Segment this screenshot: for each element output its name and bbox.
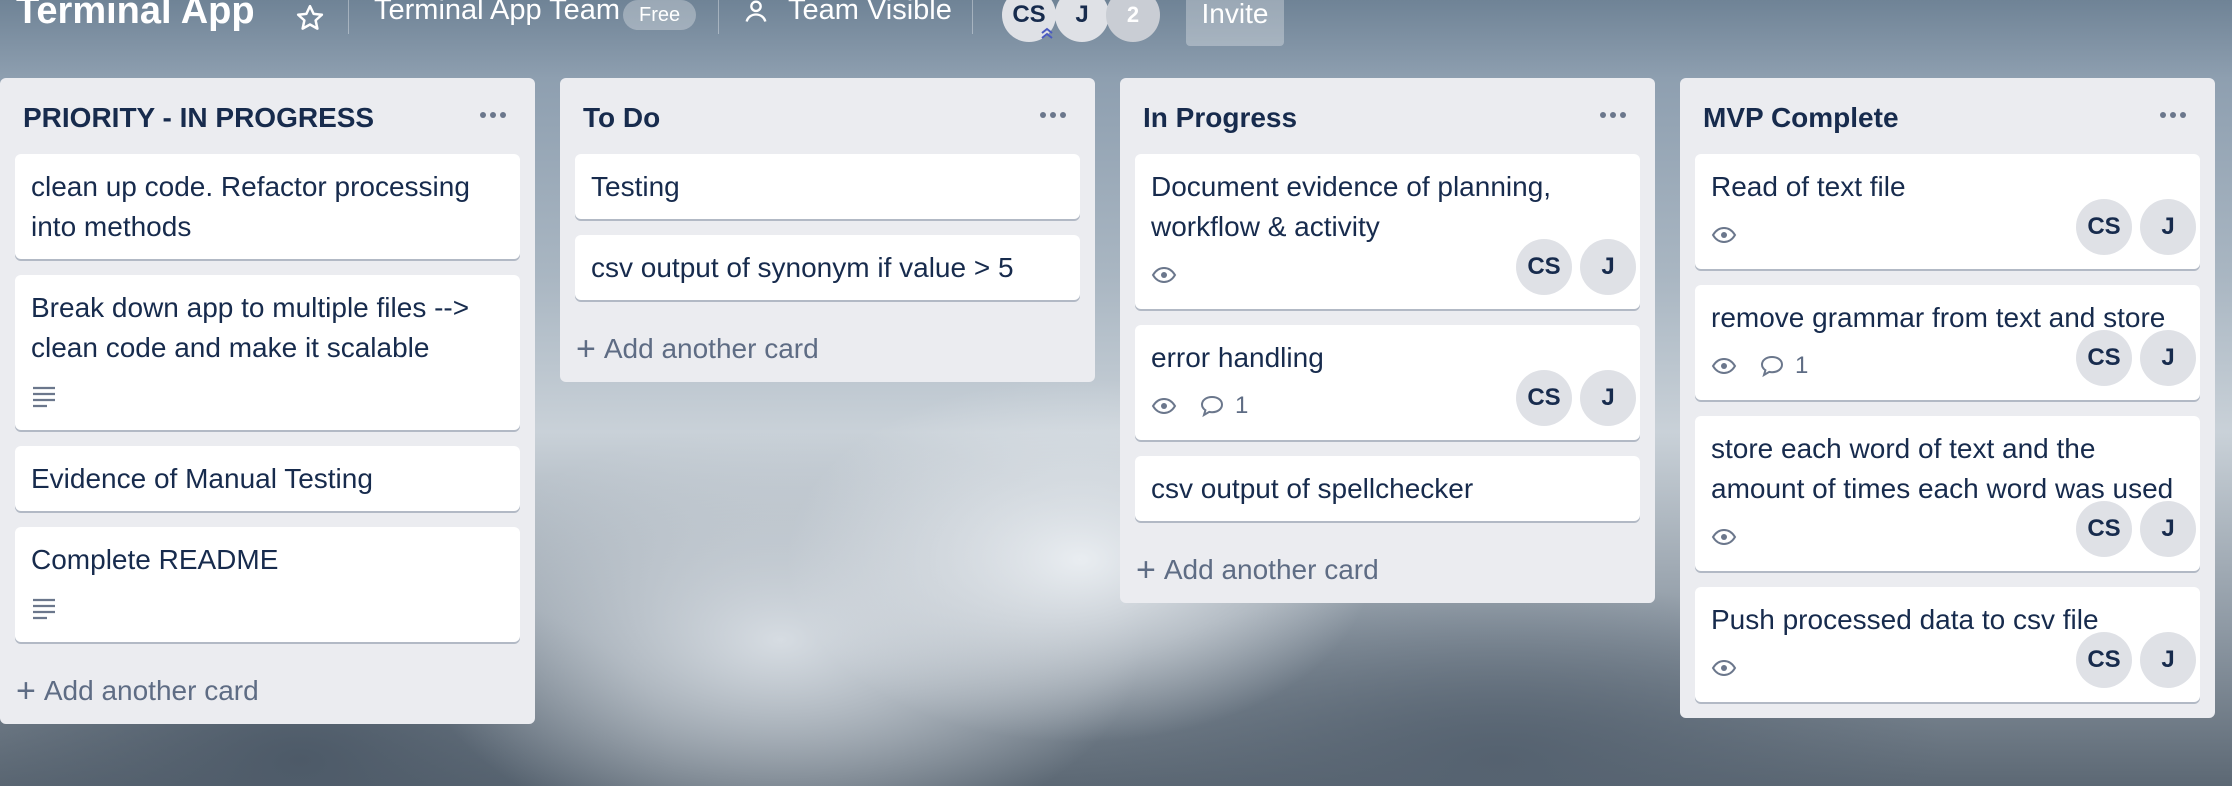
comment-badge: 1 [1759, 352, 1808, 380]
list-header: PRIORITY - IN PROGRESS [0, 78, 535, 154]
card-title: Break down app to multiple files --> cle… [31, 292, 470, 363]
watching-eye-icon [1711, 357, 1737, 375]
comment-icon [1760, 355, 1784, 378]
card[interactable]: csv output of synonym if value > 5 [575, 235, 1080, 300]
more-options-icon [1600, 112, 1626, 118]
more-options-icon [1040, 112, 1066, 118]
list-mvp-complete: MVP Complete Read of text file CS J remo… [1680, 78, 2215, 718]
card[interactable]: Document evidence of planning, workflow … [1135, 154, 1640, 309]
card[interactable]: error handling 1 CS J [1135, 325, 1640, 440]
list-menu-button[interactable] [473, 100, 513, 130]
watching-eye-icon [1151, 397, 1177, 415]
description-icon [31, 596, 57, 620]
list-title[interactable]: To Do [583, 102, 660, 134]
card-title: Document evidence of planning, workflow … [1151, 171, 1552, 242]
card-title: csv output of synonym if value > 5 [591, 252, 1014, 283]
member-avatar[interactable]: J [1055, 0, 1109, 42]
visibility-button[interactable]: Team Visible [742, 0, 952, 27]
card-members: CS J [2076, 632, 2196, 688]
watching-eye-icon [1711, 528, 1737, 546]
card[interactable]: csv output of spellchecker [1135, 456, 1640, 521]
member-avatar[interactable]: J [2140, 632, 2196, 688]
member-avatar[interactable]: J [1580, 370, 1636, 426]
member-avatar[interactable]: J [2140, 199, 2196, 255]
card-title: Testing [591, 171, 680, 202]
list-title[interactable]: PRIORITY - IN PROGRESS [23, 102, 374, 134]
star-board-button[interactable] [290, 0, 330, 38]
card-title: Evidence of Manual Testing [31, 463, 373, 494]
team-visibility-icon [745, 0, 767, 22]
list-header: In Progress [1120, 78, 1655, 154]
card[interactable]: remove grammar from text and store 1 CS … [1695, 285, 2200, 400]
add-card-button[interactable]: + Add another card [1120, 537, 1655, 603]
list-header: To Do [560, 78, 1095, 154]
card[interactable]: Break down app to multiple files --> cle… [15, 275, 520, 430]
card-title: store each word of text and the amount o… [1711, 433, 2174, 504]
list-title[interactable]: MVP Complete [1703, 102, 1899, 134]
card-members: CS J [2076, 501, 2196, 557]
member-avatar[interactable]: CS [2076, 501, 2132, 557]
member-avatar[interactable]: J [1580, 239, 1636, 295]
card-title: csv output of spellchecker [1151, 473, 1474, 504]
header-divider [718, 0, 719, 34]
card-title: clean up code. Refactor processing into … [31, 171, 470, 242]
member-avatar[interactable]: CS [2076, 330, 2132, 386]
watching-eye-icon [1151, 266, 1177, 284]
card-members: CS J [1516, 370, 1636, 426]
list-title[interactable]: In Progress [1143, 102, 1297, 134]
list-in-progress: In Progress Document evidence of plannin… [1120, 78, 1655, 603]
list-header: MVP Complete [1680, 78, 2215, 154]
plus-icon: + [576, 330, 596, 368]
card-members: CS J [2076, 330, 2196, 386]
list-menu-button[interactable] [2153, 100, 2193, 130]
card-badges [31, 586, 504, 630]
list-priority-in-progress: PRIORITY - IN PROGRESS clean up code. Re… [0, 78, 535, 724]
card[interactable]: clean up code. Refactor processing into … [15, 154, 520, 259]
board-title[interactable]: Terminal App [16, 0, 255, 33]
header-divider [348, 0, 349, 34]
watching-eye-icon [1711, 226, 1737, 244]
card-members: CS J [1516, 239, 1636, 295]
plus-icon: + [1136, 551, 1156, 589]
comment-badge: 1 [1199, 392, 1248, 420]
visibility-label: Team Visible [788, 0, 952, 26]
comment-icon [1200, 395, 1224, 418]
list-menu-button[interactable] [1033, 100, 1073, 130]
star-icon [296, 4, 324, 30]
list-menu-button[interactable] [1593, 100, 1633, 130]
member-avatar[interactable]: CS [1516, 370, 1572, 426]
more-options-icon [2160, 112, 2186, 118]
team-name-button[interactable]: Terminal App Team [374, 0, 620, 27]
card[interactable]: Testing [575, 154, 1080, 219]
card[interactable]: Push processed data to csv file CS J [1695, 587, 2200, 702]
card[interactable]: store each word of text and the amount o… [1695, 416, 2200, 571]
card-badges [31, 374, 504, 418]
watching-eye-icon [1711, 659, 1737, 677]
card-title: Complete README [31, 544, 279, 575]
card[interactable]: Read of text file CS J [1695, 154, 2200, 269]
admin-chevron-icon [1041, 27, 1053, 39]
member-avatar[interactable]: J [2140, 330, 2196, 386]
header-divider [972, 0, 973, 34]
description-icon [31, 384, 57, 408]
member-avatar[interactable]: J [2140, 501, 2196, 557]
add-card-button[interactable]: + Add another card [560, 316, 1095, 382]
member-avatar[interactable]: CS [1516, 239, 1572, 295]
plan-badge: Free [623, 0, 697, 30]
add-card-button[interactable]: + Add another card [0, 658, 535, 724]
card-members: CS J [2076, 199, 2196, 255]
plus-icon: + [16, 672, 36, 710]
list-to-do: To Do Testing csv output of synonym if v… [560, 78, 1095, 382]
member-avatar[interactable]: CS [2076, 632, 2132, 688]
board-header: Terminal App Terminal App Team Free Team… [0, 0, 2232, 60]
card[interactable]: Complete README [15, 527, 520, 642]
card[interactable]: Evidence of Manual Testing [15, 446, 520, 511]
more-options-icon [480, 112, 506, 118]
member-avatar[interactable]: CS [2076, 199, 2132, 255]
invite-button[interactable]: Invite [1186, 0, 1284, 46]
more-members-badge[interactable]: 2 [1106, 0, 1160, 42]
